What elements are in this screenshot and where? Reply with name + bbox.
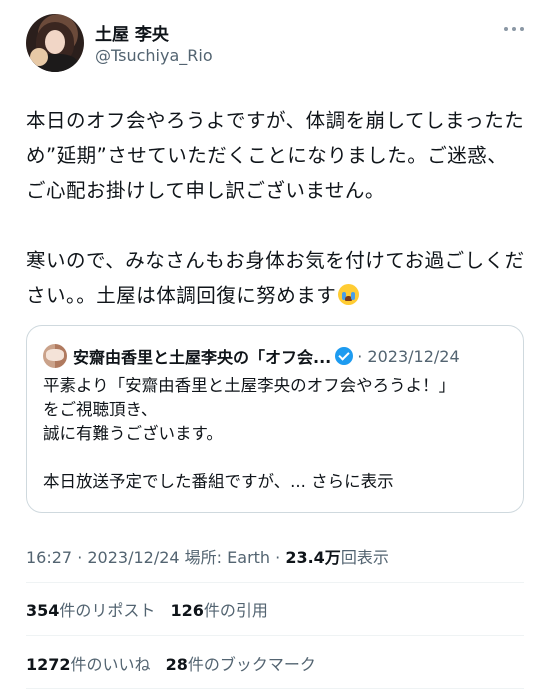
tweet-text: 本日のオフ会やろうよですが、体調を崩してしまったため”延期”させていただくことに… bbox=[26, 103, 526, 313]
quote-count[interactable]: 126件の引用 bbox=[171, 601, 268, 620]
author-handle[interactable]: @Tsuchiya_Rio bbox=[95, 46, 213, 65]
view-count: 23.4万 bbox=[285, 548, 341, 567]
stats-row-2: 1272件のいいね 28件のブックマーク bbox=[26, 651, 326, 675]
quoted-author-avatar bbox=[43, 344, 67, 368]
quoted-tweet-body: 平素より「安齋由香里と土屋李央のオフ会やろうよ！」 をご視聴頂き、 誠に有難うご… bbox=[43, 376, 456, 491]
author-avatar[interactable] bbox=[26, 14, 84, 72]
like-count[interactable]: 1272件のいいね bbox=[26, 655, 151, 674]
author-name[interactable]: 土屋 李央 bbox=[95, 20, 169, 45]
divider bbox=[26, 635, 524, 636]
quoted-tweet-date: · 2023/12/24 bbox=[357, 346, 460, 366]
quoted-tweet-header: 安齋由香里と土屋李央の「オフ会... · 2023/12/24 bbox=[43, 344, 460, 368]
show-more-link[interactable]: さらに表示 bbox=[311, 472, 394, 491]
quoted-author-name: 安齋由香里と土屋李央の「オフ会... bbox=[73, 348, 332, 367]
divider bbox=[26, 582, 524, 583]
stats-row-1: 354件のリポスト 126件の引用 bbox=[26, 597, 278, 621]
tweet-paragraph-2: 寒いので、みなさんもお身体お気を付けてお過ごしください。。土屋は体調回復に努めま… bbox=[26, 249, 525, 307]
bookmark-count[interactable]: 28件のブックマーク bbox=[166, 655, 316, 674]
tweet-meta: 16:27 · 2023/12/24 場所: Earth · 23.4万回表示 bbox=[26, 544, 389, 568]
quoted-tweet[interactable]: 安齋由香里と土屋李央の「オフ会... · 2023/12/24 平素より「安齋由… bbox=[26, 325, 524, 513]
loudly-crying-face-icon bbox=[338, 284, 360, 305]
tweet-header: 土屋 李央 @Tsuchiya_Rio bbox=[26, 14, 526, 76]
tweet-timestamp[interactable]: 16:27 · 2023/12/24 場所: Earth · bbox=[26, 548, 285, 567]
tweet-paragraph-1: 本日のオフ会やろうよですが、体調を崩してしまったため”延期”させていただくことに… bbox=[26, 109, 525, 202]
verified-badge-icon bbox=[335, 347, 354, 365]
more-options-icon[interactable] bbox=[504, 24, 526, 34]
repost-count[interactable]: 354件のリポスト bbox=[26, 601, 155, 620]
view-label: 回表示 bbox=[340, 548, 389, 567]
divider bbox=[26, 688, 524, 689]
